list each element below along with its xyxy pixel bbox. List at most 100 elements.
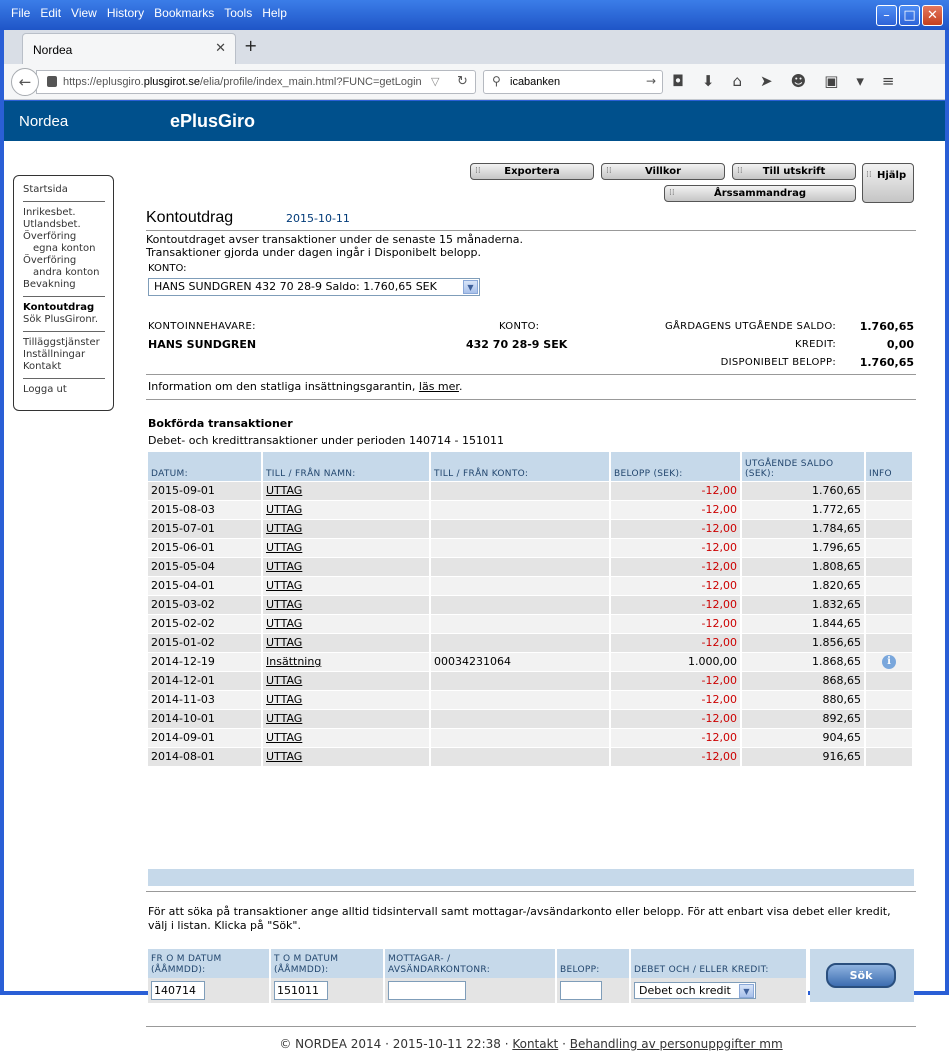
pocket-icon[interactable]: ◘ (672, 72, 684, 90)
menu-history[interactable]: History (104, 6, 151, 20)
cell-namn: UTTAG (262, 632, 431, 652)
transaction-name-link[interactable]: UTTAG (266, 579, 302, 592)
cell-belopp: -12,00 (610, 575, 742, 595)
nav-startsida[interactable]: Startsida (23, 184, 105, 196)
search-box[interactable]: ⚲ icabanken → (483, 70, 663, 94)
nav-sok-plusgironr[interactable]: Sök PlusGironr. (23, 314, 105, 326)
konto-select[interactable]: HANS SUNDGREN 432 70 28-9 Saldo: 1.760,6… (148, 278, 480, 296)
nav-overforing-egna-sub[interactable]: egna konton (23, 243, 105, 255)
transaction-name-link[interactable]: UTTAG (266, 484, 302, 497)
menu-tools[interactable]: Tools (221, 6, 259, 20)
transaction-name-link[interactable]: UTTAG (266, 541, 302, 554)
cell-namn: UTTAG (262, 575, 431, 595)
send-icon[interactable]: ➤ (760, 72, 773, 90)
mottagar-input[interactable] (388, 981, 466, 1000)
nav-utlandsbet[interactable]: Utlandsbet. (23, 219, 105, 231)
chevron-down-icon[interactable]: ▼ (739, 984, 754, 998)
transaction-name-link[interactable]: UTTAG (266, 522, 302, 535)
transaction-name-link[interactable]: UTTAG (266, 693, 302, 706)
cell-datum: 2015-03-02 (148, 594, 263, 614)
cell-konto (430, 613, 611, 633)
hjalp-button[interactable]: ⁞⁞ Hjälp (862, 163, 914, 203)
nav-overforing-andra-sub[interactable]: andra konton (23, 267, 105, 279)
cell-info (865, 727, 914, 747)
nav-overforing-andra[interactable]: Överföring (23, 255, 105, 267)
till-utskrift-button[interactable]: ⁞⁞ Till utskrift (732, 163, 856, 180)
cell-saldo: 916,65 (741, 746, 866, 766)
arssammandrag-button[interactable]: ⁞⁞ Årssammandrag (664, 185, 856, 202)
close-window-button[interactable]: ✕ (922, 5, 943, 26)
product-name: ePlusGiro (170, 111, 256, 131)
from-date-input[interactable]: 140714 (151, 981, 205, 1000)
debet-kredit-select[interactable]: Debet och kredit ▼ (634, 982, 756, 999)
minimize-button[interactable]: – (876, 5, 897, 26)
summary-konto-label: KONTO: (499, 321, 540, 332)
browser-window: File Edit View History Bookmarks Tools H… (0, 0, 949, 1051)
url-bar[interactable]: https://eplusgiro.plusgirot.se/elia/prof… (36, 70, 476, 94)
menu-file[interactable]: File (8, 6, 37, 20)
nav-kontakt[interactable]: Kontakt (23, 361, 105, 373)
debet-kredit-value: Debet och kredit (639, 984, 731, 997)
exportera-button[interactable]: ⁞⁞ Exportera (470, 163, 594, 180)
back-button[interactable]: ← (11, 68, 39, 96)
transaction-name-link[interactable]: UTTAG (266, 617, 302, 630)
info-icon[interactable]: i (882, 655, 896, 669)
transaction-name-link[interactable]: UTTAG (266, 750, 302, 763)
url-dropdown-icon[interactable]: ▽ (431, 75, 439, 88)
table-row: 2014-10-01 UTTAG -12,00 892,65 (148, 708, 914, 728)
las-mer-link[interactable]: läs mer (419, 380, 459, 393)
nav-installningar[interactable]: Inställningar (23, 349, 105, 361)
nordea-logo[interactable]: Nordea (19, 113, 68, 130)
transaction-name-link[interactable]: Insättning (266, 655, 321, 668)
transaction-name-link[interactable]: UTTAG (266, 560, 302, 573)
nav-overforing-egna[interactable]: Överföring (23, 231, 105, 243)
cell-info (865, 632, 914, 652)
transaction-name-link[interactable]: UTTAG (266, 598, 302, 611)
nav-bar: https://eplusgiro.plusgirot.se/elia/prof… (4, 64, 945, 100)
transaction-name-link[interactable]: UTTAG (266, 503, 302, 516)
divider (146, 1026, 916, 1027)
search-go-icon[interactable]: → (646, 74, 656, 88)
to-date-input[interactable]: 151011 (274, 981, 328, 1000)
kontakt-link[interactable]: Kontakt (512, 1037, 558, 1051)
table-row: 2015-07-01 UTTAG -12,00 1.784,65 (148, 518, 914, 538)
close-tab-icon[interactable]: ✕ (215, 41, 226, 56)
belopp-input[interactable] (560, 981, 602, 1000)
tab-nordea[interactable]: Nordea ✕ (22, 33, 236, 64)
cell-info (865, 708, 914, 728)
chevron-down-icon[interactable]: ▼ (463, 280, 478, 294)
maximize-button[interactable]: □ (899, 5, 920, 26)
cell-namn: UTTAG (262, 594, 431, 614)
transaction-name-link[interactable]: UTTAG (266, 712, 302, 725)
extension-icon[interactable]: ▣ (824, 72, 838, 90)
home-icon[interactable]: ⌂ (732, 72, 742, 90)
menu-view[interactable]: View (68, 6, 104, 20)
cell-belopp: -12,00 (610, 518, 742, 538)
sok-button[interactable]: Sök (826, 963, 896, 988)
transaction-name-link[interactable]: UTTAG (266, 731, 302, 744)
nav-bevakning[interactable]: Bevakning (23, 279, 105, 291)
nav-inrikesbet[interactable]: Inrikesbet. (23, 207, 105, 219)
menu-edit[interactable]: Edit (37, 6, 68, 20)
nav-logga-ut[interactable]: Logga ut (23, 384, 105, 396)
reload-icon[interactable]: ↻ (457, 74, 468, 89)
nav-kontoutdrag[interactable]: Kontoutdrag (23, 302, 105, 314)
menu-help[interactable]: Help (259, 6, 294, 20)
transactions-period: Debet- och kredittransaktioner under per… (148, 434, 504, 447)
behandling-link[interactable]: Behandling av personuppgifter mm (570, 1037, 783, 1051)
menu-bookmarks[interactable]: Bookmarks (151, 6, 221, 20)
col-datum: DATUM: (148, 452, 263, 481)
menu-icon[interactable]: ≡ (882, 72, 895, 90)
transaction-name-link[interactable]: UTTAG (266, 636, 302, 649)
extension-dropdown-icon[interactable]: ▾ (856, 72, 864, 90)
villkor-button[interactable]: ⁞⁞ Villkor (601, 163, 725, 180)
nav-tillaggstjanster[interactable]: Tilläggstjänster (23, 337, 105, 349)
download-icon[interactable]: ⬇ (702, 72, 715, 90)
search-value: icabanken (510, 76, 561, 88)
cell-belopp: -12,00 (610, 480, 742, 500)
transaction-name-link[interactable]: UTTAG (266, 674, 302, 687)
new-tab-icon[interactable]: + (244, 36, 257, 55)
chat-icon[interactable]: ☻ (791, 72, 807, 90)
cell-belopp: -12,00 (610, 613, 742, 633)
cell-info (865, 537, 914, 557)
